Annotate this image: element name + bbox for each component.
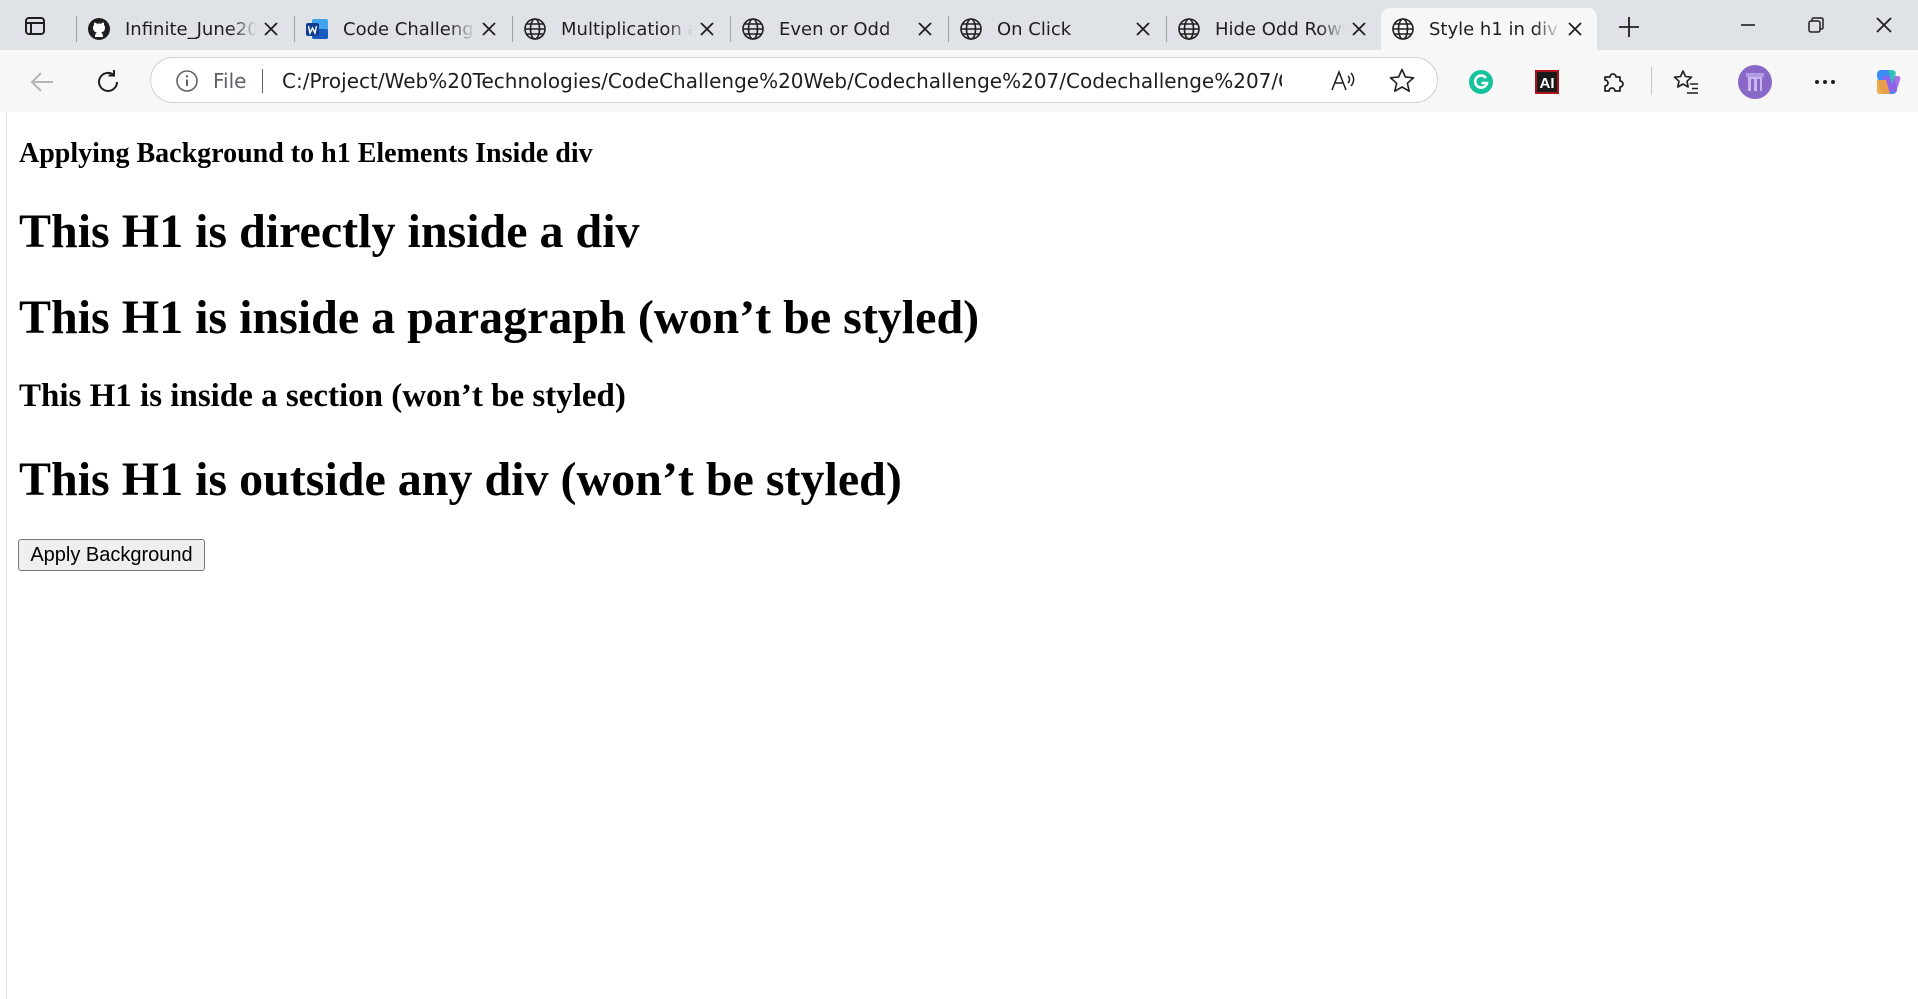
tab-title: Code Challenge [343, 18, 475, 40]
scheme-label: File [213, 69, 247, 93]
extensions-button[interactable] [1595, 64, 1631, 100]
plus-icon [1618, 16, 1640, 38]
tab-close-icon[interactable] [257, 15, 285, 43]
favorite-star-icon[interactable] [1387, 66, 1417, 96]
tab-on-click[interactable]: On Click [949, 8, 1165, 50]
page-title: Applying Background to h1 Elements Insid… [19, 138, 593, 169]
avatar [1738, 65, 1772, 99]
copilot-button[interactable] [1870, 64, 1906, 100]
browser-toolbar: File C:/Project/Web%20Technologies/CodeC… [0, 50, 1918, 112]
globe-icon [959, 17, 983, 41]
browser-window: Infinite_June2024 Code Challenge Multipl… [0, 0, 1918, 999]
h1-inside-section: This H1 is inside a section (won’t be st… [19, 378, 626, 414]
tab-close-icon[interactable] [1129, 15, 1157, 43]
tab-title: Style h1 in div [1429, 18, 1558, 40]
tab-close-icon[interactable] [1561, 15, 1589, 43]
tab-infinite-june[interactable]: Infinite_June2024 [77, 8, 293, 50]
address-bar[interactable]: File C:/Project/Web%20Technologies/CodeC… [150, 57, 1438, 103]
tab-hide-odd-rows[interactable]: Hide Odd Rows [1167, 8, 1381, 50]
globe-icon [1391, 17, 1415, 41]
tab-title: Infinite_June2024 [125, 18, 257, 40]
ai-extension-icon: AI [1534, 69, 1560, 95]
tab-style-h1-in-div[interactable]: Style h1 in div [1381, 8, 1597, 50]
profile-button[interactable] [1737, 64, 1773, 100]
minimize-button[interactable] [1728, 6, 1768, 44]
tab-actions-icon [24, 15, 46, 37]
grammarly-icon [1468, 69, 1494, 95]
globe-icon [523, 17, 547, 41]
globe-icon [1177, 17, 1201, 41]
tab-multiplication[interactable]: Multiplication and Division [513, 8, 729, 50]
restore-icon [1807, 16, 1825, 34]
tab-title: On Click [997, 18, 1072, 40]
refresh-icon [94, 68, 122, 96]
more-icon [1813, 70, 1837, 94]
back-button[interactable] [24, 64, 60, 100]
url-text[interactable]: C:/Project/Web%20Technologies/CodeChalle… [282, 69, 1282, 93]
ai-badge-text: AI [1540, 75, 1555, 92]
tab-title: Even or Odd [779, 18, 891, 40]
favorites-list-icon [1672, 68, 1700, 96]
close-icon [1875, 16, 1893, 34]
tab-close-icon[interactable] [693, 15, 721, 43]
copilot-icon [1872, 66, 1904, 98]
tab-title: Hide Odd Rows [1215, 18, 1345, 40]
tab-code-challenge[interactable]: Code Challenge [295, 8, 511, 50]
tab-strip: Infinite_June2024 Code Challenge Multipl… [0, 0, 1918, 50]
settings-and-more-button[interactable] [1807, 64, 1843, 100]
address-separator [262, 69, 263, 93]
page-content: Applying Background to h1 Elements Insid… [6, 112, 1918, 999]
info-icon[interactable] [175, 69, 199, 93]
tab-close-icon[interactable] [475, 15, 503, 43]
word-icon [305, 17, 329, 41]
ai-extension-button[interactable]: AI [1529, 64, 1565, 100]
apply-background-button[interactable]: Apply Background [18, 539, 205, 571]
toolbar-divider [1651, 67, 1652, 95]
h1-outside-div: This H1 is outside any div (won’t be sty… [19, 453, 902, 506]
tab-actions-button[interactable] [18, 12, 52, 40]
favorites-button[interactable] [1668, 64, 1704, 100]
back-arrow-icon [28, 68, 56, 96]
tab-title: Multiplication and Division [561, 18, 693, 40]
tab-even-or-odd[interactable]: Even or Odd [731, 8, 947, 50]
grammarly-extension-button[interactable] [1463, 64, 1499, 100]
h1-inside-paragraph: This H1 is inside a paragraph (won’t be … [19, 291, 980, 344]
h1-inside-div: This H1 is directly inside a div [19, 205, 640, 258]
new-tab-button[interactable] [1612, 10, 1646, 44]
tab-close-icon[interactable] [911, 15, 939, 43]
github-icon [87, 17, 111, 41]
tab-close-icon[interactable] [1345, 15, 1373, 43]
minimize-icon [1740, 17, 1756, 33]
restore-button[interactable] [1796, 6, 1836, 44]
close-window-button[interactable] [1864, 6, 1904, 44]
puzzle-icon [1600, 69, 1626, 95]
globe-icon [741, 17, 765, 41]
read-aloud-icon[interactable] [1329, 67, 1357, 95]
refresh-button[interactable] [90, 64, 126, 100]
